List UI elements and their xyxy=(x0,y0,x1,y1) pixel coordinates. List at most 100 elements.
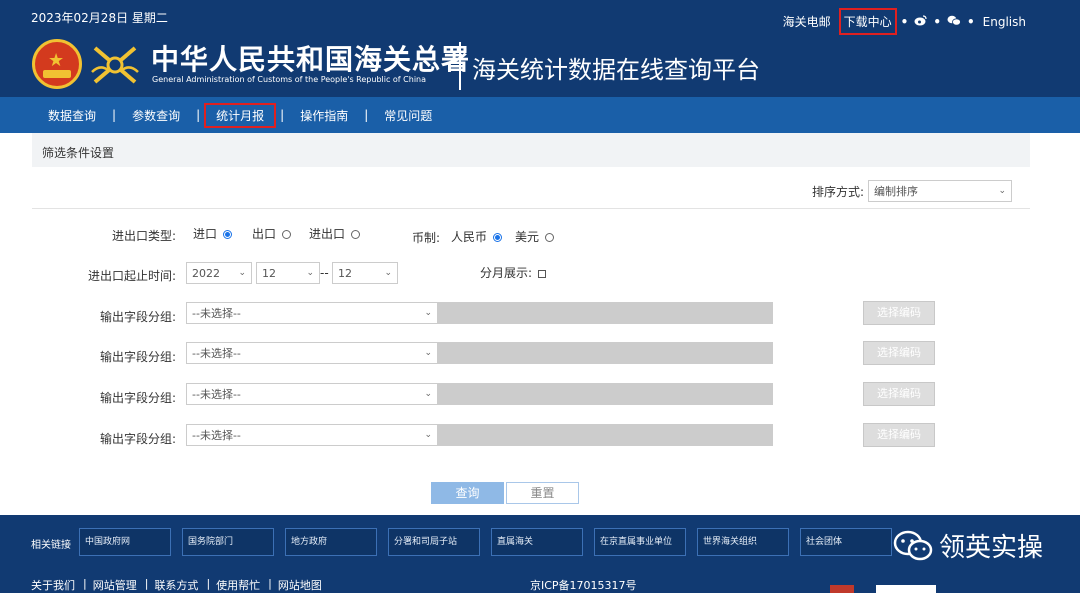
radio-rmb[interactable]: 人民币 xyxy=(451,228,503,245)
related-link-text: 直属海关 xyxy=(497,537,534,547)
chevron-down-icon: ⌄ xyxy=(424,389,432,399)
field-group-select-3[interactable]: --未选择-- ⌄ xyxy=(186,383,438,405)
help-link[interactable]: 使用帮忙 xyxy=(216,577,264,593)
related-link-groups[interactable]: 社会团体 xyxy=(800,528,892,556)
gov-error-badge-icon xyxy=(876,585,936,593)
field-group-value: --未选择-- xyxy=(192,307,241,320)
field-group-label: 输出字段分组: xyxy=(99,350,176,364)
related-link-institutions[interactable]: 在京直属事业单位 xyxy=(594,528,686,556)
weibo-icon[interactable] xyxy=(914,14,927,29)
related-link-gov[interactable]: 中国政府网 xyxy=(79,528,171,556)
radio-import[interactable]: 进口 xyxy=(193,225,233,242)
select-code-button-2[interactable]: 选择编码 xyxy=(863,341,935,365)
end-month-value: 12 xyxy=(338,266,352,280)
field-group-value: --未选择-- xyxy=(192,388,241,401)
main-nav: 数据查询 | 参数查询 | 统计月报 | 操作指南 | 常见问题 xyxy=(0,97,1080,133)
nav-monthly-report[interactable]: 统计月报 xyxy=(204,102,277,128)
wechat-watermark: 领英实操 xyxy=(893,527,1043,564)
divider xyxy=(32,208,1030,209)
sort-select[interactable]: 编制排序 ⌄ xyxy=(868,180,1013,202)
chevron-down-icon: ⌄ xyxy=(424,308,432,318)
watermark-text: 领英实操 xyxy=(939,533,1044,563)
start-month-select[interactable]: 12 ⌄ xyxy=(256,262,320,284)
nav-separator: | xyxy=(112,108,117,122)
chevron-down-icon: ⌄ xyxy=(424,430,432,440)
site-admin-link[interactable]: 网站管理 xyxy=(93,577,141,593)
separator-dot: • xyxy=(966,14,975,29)
related-link-text: 分署和司局子站 xyxy=(394,537,458,547)
section-title-bar: 筛选条件设置 xyxy=(32,133,1030,167)
bottom-links: 关于我们 | 网站管理 | 联系方式 | 使用帮忙 | 网站地图 xyxy=(31,577,326,593)
field-group-value: --未选择-- xyxy=(192,347,241,360)
field-code-box-1 xyxy=(438,302,773,324)
field-code-box-3 xyxy=(438,383,773,405)
select-code-button-4[interactable]: 选择编码 xyxy=(863,423,935,447)
radio-import-export-label: 进出口 xyxy=(309,227,346,241)
top-links: 海关电邮 下载中心 • • • English xyxy=(779,8,1030,35)
nav-separator: | xyxy=(364,108,369,122)
radio-import-label: 进口 xyxy=(193,227,218,241)
nav-guide[interactable]: 操作指南 xyxy=(288,104,360,127)
monthly-display[interactable]: 分月展示: xyxy=(480,264,547,281)
related-link-local-gov[interactable]: 地方政府 xyxy=(285,528,377,556)
related-link-state-council[interactable]: 国务院部门 xyxy=(182,528,274,556)
sitemap-link[interactable]: 网站地图 xyxy=(278,577,326,593)
about-link[interactable]: 关于我们 xyxy=(31,577,79,593)
year-value: 2022 xyxy=(192,266,220,280)
download-center-link[interactable]: 下载中心 xyxy=(838,8,897,35)
bottom-separator: | xyxy=(144,577,149,590)
year-select[interactable]: 2022 ⌄ xyxy=(186,262,252,284)
sort-row: 排序方式: 编制排序 ⌄ xyxy=(812,180,1013,202)
related-link-text: 国务院部门 xyxy=(188,537,234,547)
nav-param-query[interactable]: 参数查询 xyxy=(120,104,192,127)
radio-rmb-label: 人民币 xyxy=(451,230,488,244)
related-link-text: 地方政府 xyxy=(291,537,328,547)
nav-data-query[interactable]: 数据查询 xyxy=(36,104,108,127)
english-link[interactable]: English xyxy=(979,14,1030,30)
select-code-button-1[interactable]: 选择编码 xyxy=(863,301,935,325)
query-button[interactable]: 查询 xyxy=(431,482,504,504)
customs-emblem-icon xyxy=(91,46,139,84)
field-group-select-4[interactable]: --未选择-- ⌄ xyxy=(186,424,438,446)
radio-usd[interactable]: 美元 xyxy=(515,228,555,245)
radio-export[interactable]: 出口 xyxy=(252,225,292,242)
radio-button[interactable] xyxy=(223,230,233,239)
currency-label: 币制: xyxy=(412,231,441,245)
trade-type-label: 进出口类型: xyxy=(111,229,176,243)
related-link-text: 在京直属事业单位 xyxy=(600,537,673,547)
customs-mail-link[interactable]: 海关电邮 xyxy=(779,12,835,31)
radio-button[interactable] xyxy=(493,233,503,242)
contact-link[interactable]: 联系方式 xyxy=(154,577,202,593)
radio-usd-label: 美元 xyxy=(515,230,540,244)
chevron-down-icon: ⌄ xyxy=(306,268,314,278)
related-link-wco[interactable]: 世界海关组织 xyxy=(697,528,789,556)
field-group-select-2[interactable]: --未选择-- ⌄ xyxy=(186,342,438,364)
radio-import-export[interactable]: 进出口 xyxy=(309,225,361,242)
field-group-value: --未选择-- xyxy=(192,429,241,442)
field-group-select-1[interactable]: --未选择-- ⌄ xyxy=(186,302,438,324)
sort-value: 编制排序 xyxy=(874,185,919,198)
section-title: 筛选条件设置 xyxy=(42,146,115,160)
wechat-icon[interactable] xyxy=(947,15,961,29)
field-code-box-2 xyxy=(438,342,773,364)
separator-dot: • xyxy=(933,14,941,29)
nav-faq[interactable]: 常见问题 xyxy=(372,104,444,127)
reset-button[interactable]: 重置 xyxy=(506,482,579,504)
monthly-checkbox[interactable] xyxy=(538,269,547,278)
related-link-text: 社会团体 xyxy=(806,537,843,547)
bottom-separator: | xyxy=(83,577,87,590)
agency-title-en: General Administration of Customs of the… xyxy=(152,75,427,84)
related-link-branch[interactable]: 分署和司局子站 xyxy=(388,528,480,556)
field-group-label: 输出字段分组: xyxy=(99,391,176,405)
radio-button[interactable] xyxy=(545,233,555,242)
end-month-select[interactable]: 12 ⌄ xyxy=(332,262,398,284)
wechat-icon xyxy=(893,530,933,560)
select-code-button-3[interactable]: 选择编码 xyxy=(863,382,935,406)
chevron-down-icon: ⌄ xyxy=(424,348,432,358)
related-link-direct-customs[interactable]: 直属海关 xyxy=(491,528,583,556)
radio-button[interactable] xyxy=(351,230,361,239)
related-link-text: 中国政府网 xyxy=(85,537,131,547)
nav-separator: | xyxy=(280,108,285,122)
radio-button[interactable] xyxy=(282,230,292,239)
icp-number: 京ICP备17015317号 xyxy=(530,579,637,592)
